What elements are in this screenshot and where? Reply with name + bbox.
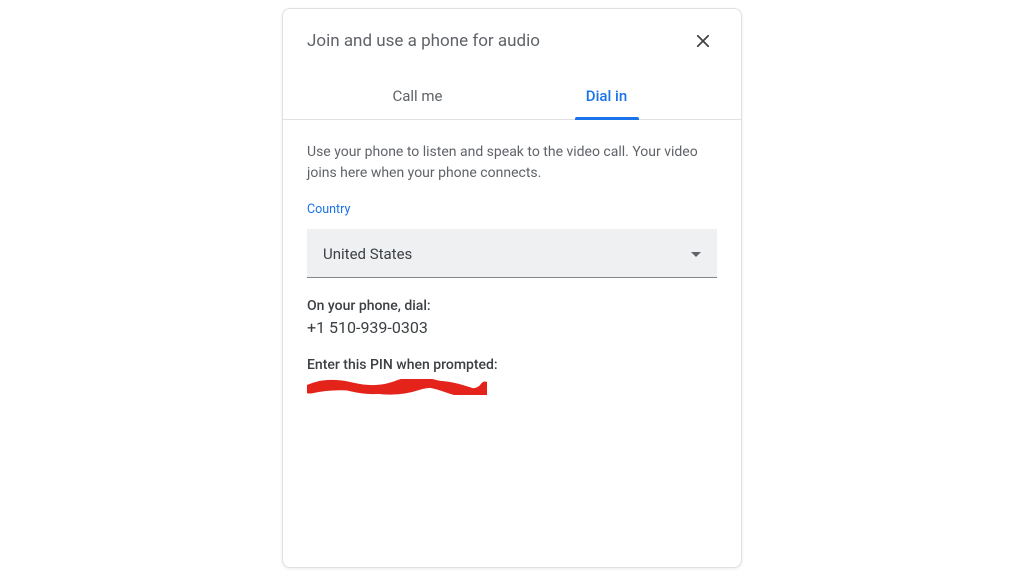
dialog-content: Use your phone to listen and speak to th… [283, 120, 741, 417]
country-selected-value: United States [323, 245, 412, 263]
tab-dial-in[interactable]: Dial in [512, 73, 701, 119]
dial-section: On your phone, dial: +1 510-939-0303 [307, 298, 717, 337]
close-icon [694, 32, 712, 50]
description-text: Use your phone to listen and speak to th… [307, 142, 717, 184]
dialog-title: Join and use a phone for audio [307, 31, 540, 51]
tab-call-me[interactable]: Call me [323, 73, 512, 119]
dial-label: On your phone, dial: [307, 298, 717, 314]
close-button[interactable] [689, 27, 717, 55]
phone-audio-dialog: Join and use a phone for audio Call me D… [282, 8, 742, 568]
pin-section: Enter this PIN when prompted: [307, 357, 717, 395]
tab-bar: Call me Dial in [283, 73, 741, 120]
phone-number: +1 510-939-0303 [307, 318, 717, 337]
dialog-header: Join and use a phone for audio [283, 9, 741, 61]
country-select[interactable]: United States [307, 229, 717, 278]
pin-redacted [307, 379, 487, 395]
pin-label: Enter this PIN when prompted: [307, 357, 717, 373]
country-label: Country [307, 202, 717, 217]
chevron-down-icon [691, 252, 701, 257]
